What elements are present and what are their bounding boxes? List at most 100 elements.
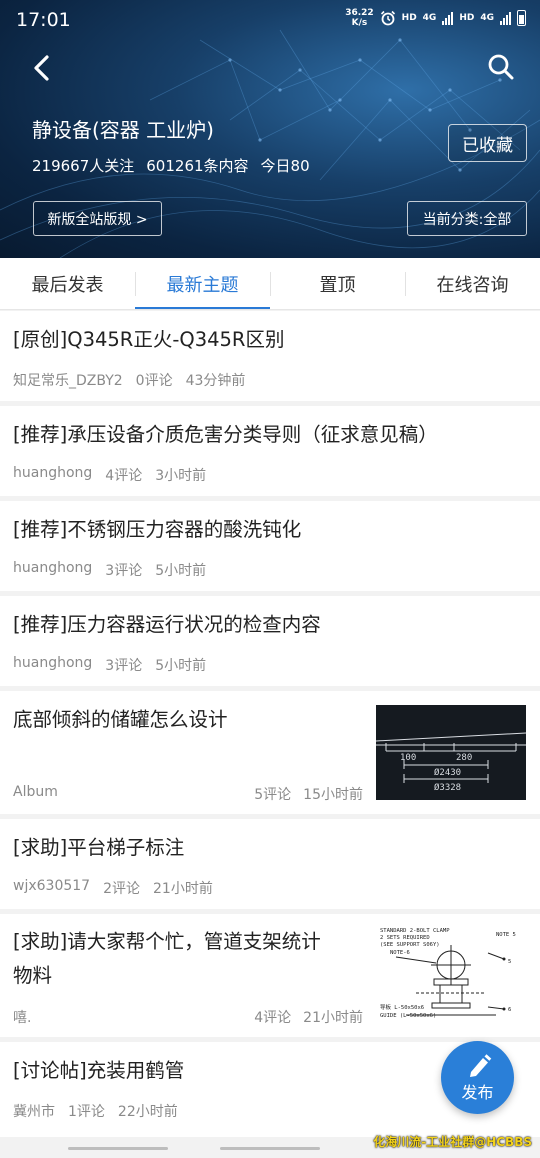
search-icon bbox=[488, 54, 514, 80]
forum-header: 17:01 36.22 K/s HD 4G HD 4G 静设备(容器 工业炉) … bbox=[0, 0, 540, 258]
favorite-button[interactable]: 已收藏 bbox=[448, 124, 527, 162]
thumb-note-8: 导板 L-50x50x6 bbox=[380, 1003, 424, 1011]
post-meta-right: 4评论 21小时前 bbox=[254, 1007, 363, 1027]
app-root: 17:01 36.22 K/s HD 4G HD 4G 静设备(容器 工业炉) … bbox=[0, 0, 540, 1158]
post-author: huanghong bbox=[13, 560, 93, 576]
pencil-icon bbox=[469, 1054, 491, 1077]
network-type-label-2: 4G bbox=[480, 13, 494, 23]
status-time: 17:01 bbox=[16, 9, 71, 31]
search-button[interactable] bbox=[486, 52, 516, 82]
cad-drawing-thumbnail: 100 280 Ø2430 Ø3328 bbox=[376, 705, 526, 800]
post-comments: 3评论 bbox=[105, 563, 143, 579]
chevron-left-icon bbox=[34, 55, 49, 81]
post-meta: 冀州市 1评论 22小时前 bbox=[13, 1101, 178, 1121]
hd-label-2: HD bbox=[459, 13, 475, 23]
tab-last-posted[interactable]: 最后发表 bbox=[0, 258, 135, 309]
list-item[interactable]: [推荐]不锈钢压力容器的酸洗钝化 huanghong 3评论 5小时前 bbox=[0, 501, 540, 591]
thumb-dim-1: 100 bbox=[400, 753, 416, 763]
thumb-note-4: NOTE-6 bbox=[390, 950, 410, 956]
site-rules-button[interactable]: 新版全站版规 > bbox=[33, 201, 162, 236]
post-author: 知足常乐_DZBY2 bbox=[13, 373, 123, 389]
list-item[interactable]: 底部倾斜的储罐怎么设计 Album 5评论 15小时前 100 280 Ø243… bbox=[0, 691, 540, 814]
post-comments: 2评论 bbox=[103, 881, 140, 897]
post-meta: huanghong 4评论 3小时前 bbox=[13, 465, 206, 485]
post-meta-right: 5评论 15小时前 bbox=[254, 784, 363, 804]
post-title: [推荐]不锈钢压力容器的酸洗钝化 bbox=[13, 518, 302, 541]
post-title: [求助]请大家帮个忙，管道支架统计 物料 bbox=[13, 925, 321, 993]
status-bar: 17:01 36.22 K/s HD 4G HD 4G bbox=[0, 0, 540, 42]
tab-pinned[interactable]: 置顶 bbox=[270, 258, 405, 309]
post-thumbnail[interactable]: 100 280 Ø2430 Ø3328 bbox=[376, 705, 526, 800]
list-item[interactable]: [原创]Q345R正火-Q345R区别 知足常乐_DZBY2 0评论 43分钟前 bbox=[0, 311, 540, 401]
thumb-dim-2: 280 bbox=[456, 753, 472, 763]
post-author: wjx630517 bbox=[13, 878, 91, 894]
tab-newest-topics[interactable]: 最新主题 bbox=[135, 258, 270, 309]
signal-icon-2 bbox=[500, 11, 511, 25]
post-comments: 4评论 bbox=[105, 468, 143, 484]
tab-online-consult[interactable]: 在线咨询 bbox=[405, 258, 540, 309]
contents-count: 601261条内容 bbox=[146, 157, 249, 175]
post-comments: 3评论 bbox=[105, 658, 143, 674]
post-title: [求助]平台梯子标注 bbox=[13, 836, 185, 859]
post-time: 21小时前 bbox=[153, 881, 213, 897]
today-count: 今日80 bbox=[260, 157, 310, 175]
thumb-dim-3: Ø2430 bbox=[434, 767, 461, 778]
list-item[interactable]: [推荐]压力容器运行状况的检查内容 huanghong 3评论 5小时前 bbox=[0, 596, 540, 686]
forum-stats: 219667人关注 601261条内容 今日80 bbox=[32, 155, 310, 176]
thumb-note-7: 6 bbox=[508, 1007, 511, 1013]
post-meta: Album bbox=[13, 784, 58, 800]
post-time: 5小时前 bbox=[155, 658, 207, 674]
post-list: [原创]Q345R正火-Q345R区别 知足常乐_DZBY2 0评论 43分钟前… bbox=[0, 311, 540, 1142]
list-item[interactable]: [求助]请大家帮个忙，管道支架统计 物料 嘻. 4评论 21小时前 STANDA… bbox=[0, 914, 540, 1037]
post-title: [推荐]承压设备介质危害分类导则（征求意见稿） bbox=[13, 423, 438, 446]
thumb-note-3: (SEE SUPPORT S06Y) bbox=[380, 942, 440, 948]
battery-icon bbox=[517, 10, 526, 26]
post-meta: huanghong 3评论 5小时前 bbox=[13, 560, 206, 580]
post-time: 22小时前 bbox=[117, 1104, 178, 1120]
post-time: 43分钟前 bbox=[185, 373, 246, 389]
post-author: huanghong bbox=[13, 465, 93, 481]
nav-pill-center[interactable] bbox=[220, 1147, 320, 1150]
post-title-line-1: [求助]请大家帮个忙，管道支架统计 bbox=[13, 930, 321, 953]
post-meta: 嘻. bbox=[13, 1007, 31, 1027]
thumb-note-5: NOTE 5 bbox=[496, 932, 516, 938]
post-time: 15小时前 bbox=[303, 787, 363, 803]
tab-bar: 最后发表 最新主题 置顶 在线咨询 bbox=[0, 258, 540, 310]
forum-title: 静设备(容器 工业炉) bbox=[32, 118, 214, 142]
signal-icon bbox=[442, 11, 454, 25]
post-title: [讨论帖]充装用鹤管 bbox=[13, 1059, 185, 1082]
pipe-support-drawing-thumbnail: STANDARD 2-BOLT CLAMP 2 SETS REQUIRED (S… bbox=[376, 923, 526, 1029]
category-filter-button[interactable]: 当前分类:全部 bbox=[407, 201, 527, 236]
post-comments: 4评论 bbox=[254, 1010, 292, 1026]
nav-pill-left[interactable] bbox=[68, 1147, 168, 1150]
post-author: huanghong bbox=[13, 655, 93, 671]
post-title: 底部倾斜的储罐怎么设计 bbox=[13, 708, 228, 731]
thumb-note-6: 5 bbox=[508, 959, 511, 965]
thumb-note-2: 2 SETS REQUIRED bbox=[380, 935, 430, 941]
post-title: [推荐]压力容器运行状况的检查内容 bbox=[13, 613, 321, 636]
post-title-line-2: 物料 bbox=[13, 964, 53, 987]
watermark: 化海川流-工业社群@HCBBS bbox=[373, 1135, 532, 1149]
thumb-note-1: STANDARD 2-BOLT CLAMP bbox=[380, 928, 450, 934]
list-item[interactable]: [求助]平台梯子标注 wjx630517 2评论 21小时前 bbox=[0, 819, 540, 909]
post-comments: 5评论 bbox=[254, 787, 292, 803]
post-time: 3小时前 bbox=[155, 468, 207, 484]
post-meta: huanghong 3评论 5小时前 bbox=[13, 655, 206, 675]
followers-count: 219667人关注 bbox=[32, 157, 135, 175]
post-title: [原创]Q345R正火-Q345R区别 bbox=[13, 328, 285, 351]
post-time: 5小时前 bbox=[155, 563, 207, 579]
post-meta: wjx630517 2评论 21小时前 bbox=[13, 878, 213, 898]
network-type-label: 4G bbox=[422, 13, 437, 23]
back-button[interactable] bbox=[26, 52, 58, 84]
list-item[interactable]: [推荐]承压设备介质危害分类导则（征求意见稿） huanghong 4评论 3小… bbox=[0, 406, 540, 496]
post-author: Album bbox=[13, 784, 58, 800]
status-icons: 36.22 K/s HD 4G HD 4G bbox=[345, 8, 526, 28]
post-meta: 知足常乐_DZBY2 0评论 43分钟前 bbox=[13, 370, 245, 390]
post-comments: 1评论 bbox=[68, 1104, 105, 1120]
post-comments: 0评论 bbox=[135, 373, 173, 389]
post-author: 冀州市 bbox=[13, 1104, 55, 1120]
thumb-dim-4: Ø3328 bbox=[434, 782, 461, 793]
publish-button[interactable]: 发布 bbox=[441, 1041, 514, 1114]
post-author: 嘻. bbox=[13, 1010, 32, 1026]
post-thumbnail[interactable]: STANDARD 2-BOLT CLAMP 2 SETS REQUIRED (S… bbox=[376, 923, 526, 1029]
